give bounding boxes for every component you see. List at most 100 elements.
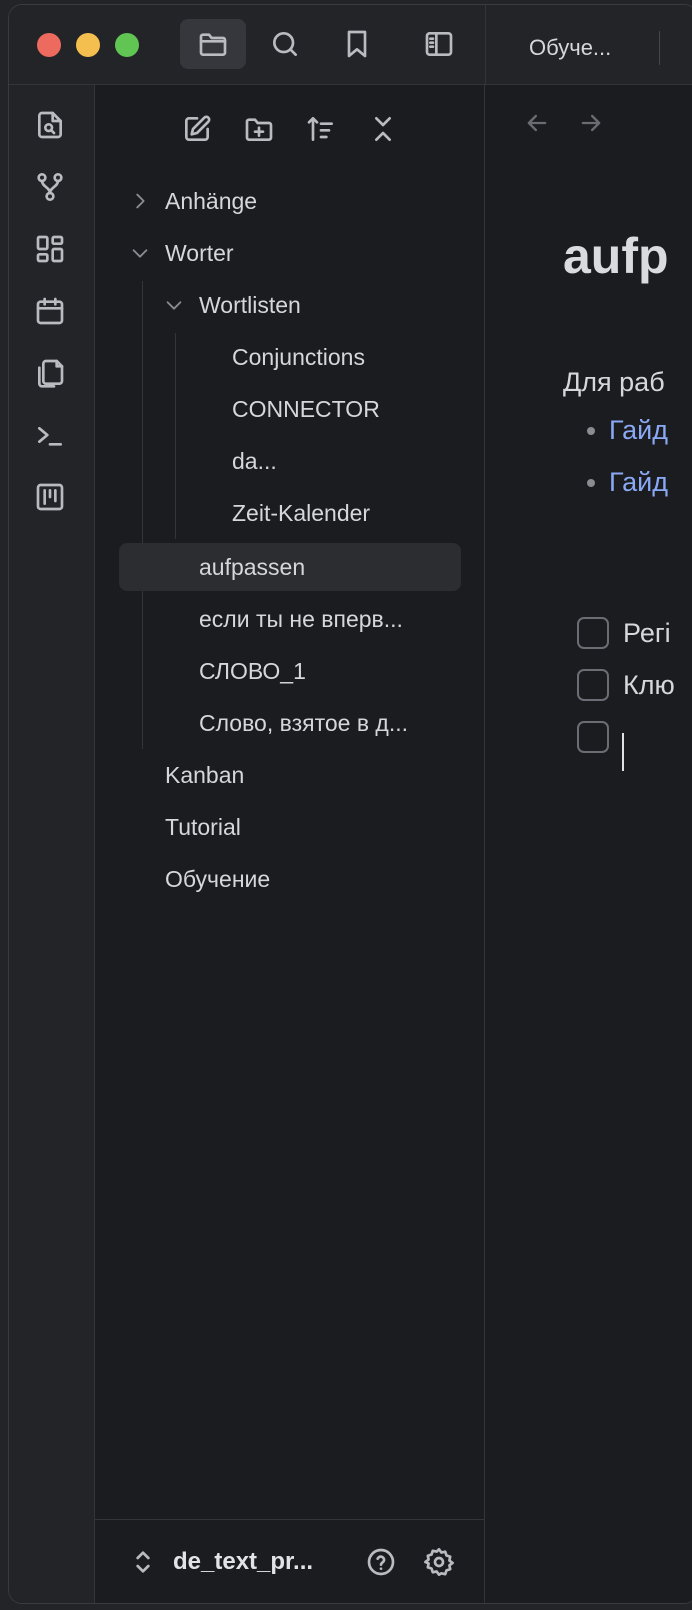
ribbon-command-palette[interactable]	[32, 417, 68, 453]
tab-divider	[485, 5, 486, 85]
tree-label: Wortlisten	[199, 291, 301, 318]
back-button[interactable]	[519, 105, 555, 141]
sidebar-toggle-icon	[425, 32, 453, 56]
tree-label: Conjunctions	[232, 343, 365, 370]
search-button[interactable]	[252, 19, 318, 69]
ribbon-canvas[interactable]	[32, 231, 68, 267]
vault-switcher-button[interactable]	[123, 1542, 163, 1582]
tree-file-obuchenie[interactable]: Обучение	[119, 857, 461, 901]
folder-icon	[199, 33, 227, 56]
task-checkbox[interactable]	[577, 669, 609, 701]
tree-label: если ты не вперв...	[199, 605, 403, 632]
tree-label: Kanban	[165, 761, 245, 788]
tree-label: da...	[232, 447, 277, 474]
graph-view-icon	[37, 173, 63, 201]
new-note-button[interactable]	[175, 107, 219, 151]
ribbon-quick-switcher[interactable]	[32, 107, 68, 143]
tree-folder-worter[interactable]: Worter	[119, 231, 461, 275]
templates-icon	[38, 359, 64, 388]
vault-name[interactable]: de_text_pr...	[173, 1548, 313, 1576]
tree-file-aufpassen[interactable]: aufpassen	[119, 543, 461, 591]
tab-separator	[659, 31, 660, 65]
help-icon	[367, 1548, 395, 1576]
arrow-right-icon	[581, 114, 601, 132]
arrow-left-icon	[527, 114, 547, 132]
tree-label: Worter	[165, 239, 234, 266]
task-item: Клю	[577, 667, 675, 703]
task-text: Регі	[623, 617, 671, 648]
list-item: Гайд	[587, 415, 668, 446]
note-paragraph: Для раб	[563, 367, 665, 397]
bookmarks-button[interactable]	[324, 19, 390, 69]
sort-icon	[307, 117, 333, 141]
tree-file-tutorial[interactable]: Tutorial	[119, 805, 461, 849]
new-folder-icon	[245, 118, 273, 141]
new-folder-button[interactable]	[237, 107, 281, 151]
minimize-window-button[interactable]	[76, 33, 100, 57]
help-button[interactable]	[361, 1542, 401, 1582]
ribbon-graph-view[interactable]	[32, 169, 68, 205]
settings-button[interactable]	[419, 1542, 459, 1582]
internal-link[interactable]: Гайд	[609, 415, 668, 446]
tree-label: CONNECTOR	[232, 395, 380, 422]
ribbon	[9, 85, 95, 1603]
task-item	[577, 719, 623, 755]
bullet-dot	[587, 426, 595, 435]
collapse-all-icon	[375, 117, 391, 141]
internal-link[interactable]: Гайд	[609, 467, 668, 498]
app-window: Обуче... Anhänge Worter Wortlisten Conju…	[8, 4, 692, 1604]
tree-label: Zeit-Kalender	[232, 499, 371, 526]
sort-button[interactable]	[299, 107, 343, 151]
tree-file-zeit-kalender[interactable]: Zeit-Kalender	[119, 491, 461, 535]
tree-label: Tutorial	[165, 813, 241, 840]
chevron-up-down-icon	[136, 1551, 150, 1573]
gear-icon	[424, 1548, 454, 1576]
kanban-icon	[36, 483, 64, 511]
bullet-dot	[587, 478, 595, 487]
list-item: Гайд	[587, 467, 668, 498]
chevron-down-icon	[129, 242, 151, 264]
tree-file-da[interactable]: da...	[119, 439, 461, 483]
task-checkbox[interactable]	[577, 721, 609, 753]
tree-file-slovo1[interactable]: СЛОВО_1	[119, 649, 461, 693]
tree-file-esli[interactable]: если ты не вперв...	[119, 597, 461, 641]
canvas-icon	[36, 235, 64, 263]
zoom-window-button[interactable]	[115, 33, 139, 57]
close-window-button[interactable]	[37, 33, 61, 57]
daily-note-icon	[36, 297, 64, 325]
tree-file-kanban[interactable]: Kanban	[119, 753, 461, 797]
bookmark-icon	[347, 30, 367, 58]
task-checkbox[interactable]	[577, 617, 609, 649]
tree-folder-anhaenge[interactable]: Anhänge	[119, 179, 461, 223]
tab-obuchenie[interactable]: Обуче...	[529, 35, 611, 61]
ribbon-daily-note[interactable]	[32, 293, 68, 329]
note-title[interactable]: aufp	[563, 227, 669, 285]
task-item: Регі	[577, 615, 671, 651]
chevron-right-icon	[129, 190, 151, 212]
task-text: Клю	[623, 669, 675, 700]
tree-label: aufpassen	[199, 553, 306, 580]
file-explorer-button[interactable]	[180, 19, 246, 69]
tree-file-conjunctions[interactable]: Conjunctions	[119, 335, 461, 379]
tree-label: Обучение	[165, 865, 271, 892]
text-cursor	[622, 733, 624, 771]
forward-button[interactable]	[573, 105, 609, 141]
vault-footer: de_text_pr...	[95, 1519, 484, 1603]
tree-label: Anhänge	[165, 187, 258, 214]
tree-file-connector[interactable]: CONNECTOR	[119, 387, 461, 431]
search-icon	[273, 32, 297, 56]
title-bar: Обуче...	[9, 5, 692, 85]
file-explorer: Anhänge Worter Wortlisten Conjunctions C…	[95, 85, 485, 1603]
ribbon-kanban[interactable]	[32, 479, 68, 515]
ribbon-templates[interactable]	[32, 355, 68, 391]
toggle-sidebar-button[interactable]	[406, 19, 472, 69]
editor-pane[interactable]: aufp Для раб Гайд Гайд Регі Клю	[485, 85, 692, 1603]
tree-file-slovo-vzyatoe[interactable]: Слово, взятое в д...	[119, 701, 461, 745]
new-note-icon	[185, 115, 211, 141]
chevron-down-icon	[163, 294, 185, 316]
tree-label: СЛОВО_1	[199, 657, 306, 684]
tree-folder-wortlisten[interactable]: Wortlisten	[119, 283, 461, 327]
tree-label: Слово, взятое в д...	[199, 709, 409, 736]
command-palette-icon	[38, 427, 62, 446]
collapse-all-button[interactable]	[361, 107, 405, 151]
